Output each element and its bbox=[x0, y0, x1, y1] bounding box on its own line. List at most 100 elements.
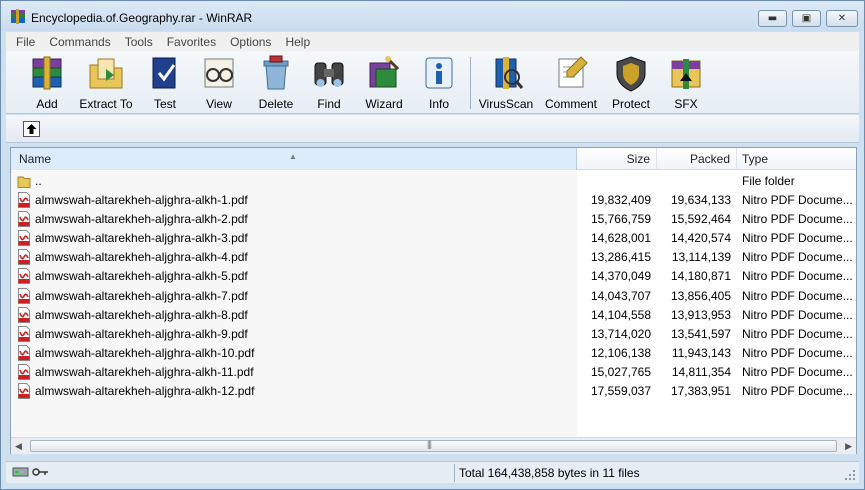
file-row[interactable]: almwswah-altarekheh-aljghra-alkh-12.pdf 1… bbox=[11, 382, 856, 401]
file-size: 14,043,707 bbox=[590, 288, 651, 303]
file-size: 12,106,138 bbox=[590, 345, 651, 360]
extract-to-button[interactable]: Extract To bbox=[78, 55, 134, 111]
menu-file[interactable]: File bbox=[6, 35, 42, 49]
file-packed-size: 14,811,354 bbox=[671, 364, 731, 379]
folder-icon bbox=[17, 173, 31, 189]
file-list-header: Name ▲ Size Packed Type bbox=[11, 148, 856, 170]
file-type: File folder bbox=[742, 174, 795, 188]
file-name: almwswah-altarekheh-aljghra-alkh-4.pdf bbox=[35, 250, 248, 265]
file-size: 15,766,759 bbox=[590, 212, 651, 227]
file-name: almwswah-altarekheh-aljghra-alkh-10.pdf bbox=[35, 345, 255, 360]
sfx-button[interactable]: SFX bbox=[666, 55, 706, 111]
file-type: Nitro PDF Docume... bbox=[742, 269, 853, 284]
column-header-name[interactable]: Name ▲ bbox=[11, 148, 577, 170]
horizontal-scrollbar[interactable]: ◀ ||| ▶ bbox=[11, 437, 856, 454]
view-button[interactable]: View bbox=[199, 55, 239, 111]
status-summary: Total 164,438,858 bytes in 11 files bbox=[459, 466, 640, 480]
protect-button[interactable]: Protect bbox=[608, 55, 654, 111]
binoculars-icon bbox=[314, 62, 344, 87]
delete-recycle-icon bbox=[263, 55, 289, 90]
file-row[interactable]: almwswah-altarekheh-aljghra-alkh-5.pdf 14… bbox=[11, 267, 856, 286]
file-type: Nitro PDF Docume... bbox=[742, 326, 853, 341]
file-list: Name ▲ Size Packed Type .. File folder alm… bbox=[10, 147, 857, 454]
scrollbar-thumb[interactable]: ||| bbox=[30, 439, 837, 452]
file-row[interactable]: almwswah-altarekheh-aljghra-alkh-2.pdf 15… bbox=[11, 210, 856, 229]
test-button[interactable]: Test bbox=[147, 55, 183, 111]
file-rows: .. File folder almwswah-altarekheh-aljghra… bbox=[11, 172, 856, 401]
file-name: almwswah-altarekheh-aljghra-alkh-7.pdf bbox=[35, 288, 248, 303]
wizard-button[interactable]: Wizard bbox=[362, 55, 406, 111]
comment-button[interactable]: Comment bbox=[542, 55, 600, 111]
pdf-icon bbox=[17, 230, 31, 247]
file-type: Nitro PDF Docume... bbox=[742, 307, 853, 322]
menu-help[interactable]: Help bbox=[278, 35, 317, 49]
file-type: Nitro PDF Docume... bbox=[742, 345, 853, 360]
pdf-icon bbox=[17, 192, 31, 209]
pdf-icon bbox=[17, 249, 31, 266]
file-name: .. bbox=[35, 174, 42, 188]
file-type: Nitro PDF Docume... bbox=[742, 193, 853, 208]
file-packed-size: 14,420,574 bbox=[670, 231, 731, 246]
minimize-button[interactable]: ▬ bbox=[758, 10, 787, 27]
winrar-window: Encyclopedia.of.Geography.rar - WinRAR ▬… bbox=[0, 0, 865, 490]
toolbar-separator bbox=[470, 57, 471, 109]
menu-options[interactable]: Options bbox=[223, 35, 278, 49]
file-row[interactable]: almwswah-altarekheh-aljghra-alkh-9.pdf 13… bbox=[11, 325, 856, 344]
file-row[interactable]: almwswah-altarekheh-aljghra-alkh-1.pdf 19… bbox=[11, 191, 856, 210]
extract-folder-icon bbox=[89, 58, 123, 89]
sfx-icon bbox=[671, 59, 701, 89]
column-header-size[interactable]: Size bbox=[577, 148, 657, 170]
file-name: almwswah-altarekheh-aljghra-alkh-2.pdf bbox=[35, 212, 248, 227]
parent-folder-row[interactable]: .. File folder bbox=[11, 172, 856, 191]
menu-tools[interactable]: Tools bbox=[118, 35, 160, 49]
file-type: Nitro PDF Docume... bbox=[742, 288, 853, 303]
title-bar[interactable]: Encyclopedia.of.Geography.rar - WinRAR ▬… bbox=[1, 1, 864, 31]
file-row[interactable]: almwswah-altarekheh-aljghra-alkh-10.pdf 1… bbox=[11, 344, 856, 363]
file-row[interactable]: almwswah-altarekheh-aljghra-alkh-4.pdf 13… bbox=[11, 248, 856, 267]
pdf-icon bbox=[17, 344, 31, 361]
file-row[interactable]: almwswah-altarekheh-aljghra-alkh-3.pdf 14… bbox=[11, 229, 856, 248]
delete-button[interactable]: Delete bbox=[256, 55, 296, 111]
add-label: Add bbox=[36, 97, 58, 111]
file-row[interactable]: almwswah-altarekheh-aljghra-alkh-8.pdf 14… bbox=[11, 306, 856, 325]
view-glasses-icon bbox=[204, 58, 234, 88]
pdf-icon bbox=[17, 306, 31, 323]
find-button[interactable]: Find bbox=[309, 55, 349, 111]
column-header-name-label: Name bbox=[19, 152, 52, 166]
menu-commands[interactable]: Commands bbox=[42, 35, 117, 49]
file-packed-size: 14,180,871 bbox=[670, 269, 731, 284]
virusscan-button[interactable]: VirusScan bbox=[478, 55, 534, 111]
info-button[interactable]: Info bbox=[424, 55, 454, 111]
comment-icon bbox=[558, 56, 588, 88]
menu-favorites[interactable]: Favorites bbox=[160, 35, 223, 49]
winrar-app-icon bbox=[10, 9, 26, 25]
scroll-left-icon[interactable]: ◀ bbox=[15, 441, 22, 452]
scroll-right-icon[interactable]: ▶ bbox=[845, 441, 852, 452]
resize-grip-icon[interactable] bbox=[844, 469, 856, 481]
up-folder-icon bbox=[26, 124, 37, 134]
delete-label: Delete bbox=[258, 97, 294, 111]
wizard-label: Wizard bbox=[365, 97, 403, 111]
close-button[interactable]: ✕ bbox=[826, 10, 858, 27]
column-header-packed[interactable]: Packed bbox=[657, 148, 737, 170]
maximize-icon: ▣ bbox=[801, 13, 812, 24]
menu-bar: File Commands Tools Favorites Options He… bbox=[6, 32, 859, 51]
status-icons bbox=[12, 465, 52, 479]
file-type: Nitro PDF Docume... bbox=[742, 384, 853, 399]
file-size: 19,832,409 bbox=[590, 193, 651, 208]
file-packed-size: 13,913,953 bbox=[670, 307, 731, 322]
file-row[interactable]: almwswah-altarekheh-aljghra-alkh-11.pdf 1… bbox=[11, 363, 856, 382]
file-name: almwswah-altarekheh-aljghra-alkh-11.pdf bbox=[35, 364, 254, 379]
file-packed-size: 13,541,597 bbox=[670, 326, 731, 341]
file-size: 17,559,037 bbox=[590, 384, 651, 399]
file-name: almwswah-altarekheh-aljghra-alkh-5.pdf bbox=[35, 269, 248, 284]
column-header-type[interactable]: Type bbox=[737, 148, 856, 170]
file-row[interactable]: almwswah-altarekheh-aljghra-alkh-7.pdf 14… bbox=[11, 287, 856, 306]
file-packed-size: 13,856,405 bbox=[670, 288, 731, 303]
maximize-button[interactable]: ▣ bbox=[792, 10, 821, 27]
file-size: 13,286,415 bbox=[590, 250, 651, 265]
add-button[interactable]: Add bbox=[26, 55, 68, 111]
up-folder-button[interactable] bbox=[23, 121, 40, 137]
pdf-icon bbox=[17, 383, 31, 400]
view-label: View bbox=[206, 97, 232, 111]
